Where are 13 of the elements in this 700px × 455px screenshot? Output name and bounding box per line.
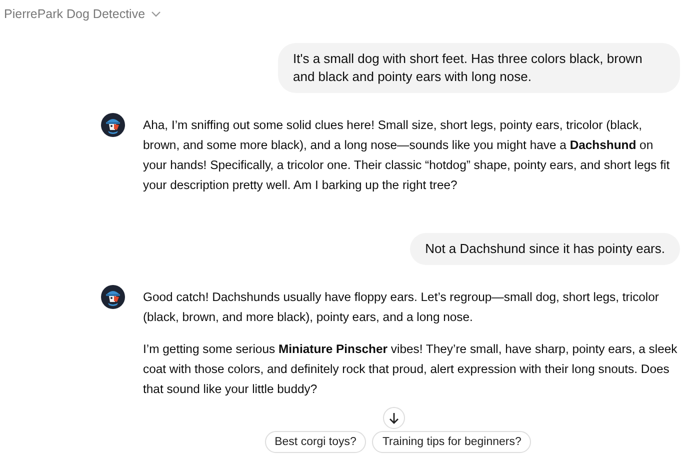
- model-selector[interactable]: PierrePark Dog Detective: [4, 7, 162, 21]
- assistant-message: Aha, I’m sniffing out some solid clues here! Small size, short legs, pointy ears, tricolor (black, brown, and some more black), and a long nose—sounds like you might have a Dachshund on your hands! Specifically, a tricolor one. Their classic “hotdog” shape, pointy ears, and short legs fit your description pretty well. Am I barking up the right tree?: [143, 117, 671, 194]
- user-message: It's a small dog with short feet. Has three colors black, brown and black and pointy ears with long nose.: [278, 43, 680, 93]
- suggestion-chip[interactable]: Training tips for beginners?: [372, 431, 532, 453]
- user-message: Not a Dachshund since it has pointy ears.: [410, 233, 680, 265]
- assistant-message: Good catch! Dachshunds usually have floppy ears. Let’s regroup—small dog, short legs, tricolor (black, brown, and more black), pointy ears, and a long nose.: [143, 289, 660, 326]
- avatar-icon: [101, 113, 125, 137]
- arrow-down-icon: [388, 412, 400, 424]
- assistant-message: I’m getting some serious Miniature Pinscher vibes! They’re small, have sharp, pointy ears, a sleek coat with those colors, and definitely rock that proud, alert expression with their long snouts. Does that sound like your little buddy?: [143, 341, 678, 398]
- avatar-icon: [101, 285, 125, 309]
- chevron-down-icon: [151, 11, 162, 17]
- suggestion-chip[interactable]: Best corgi toys?: [264, 431, 366, 453]
- scroll-down-button[interactable]: [383, 407, 405, 429]
